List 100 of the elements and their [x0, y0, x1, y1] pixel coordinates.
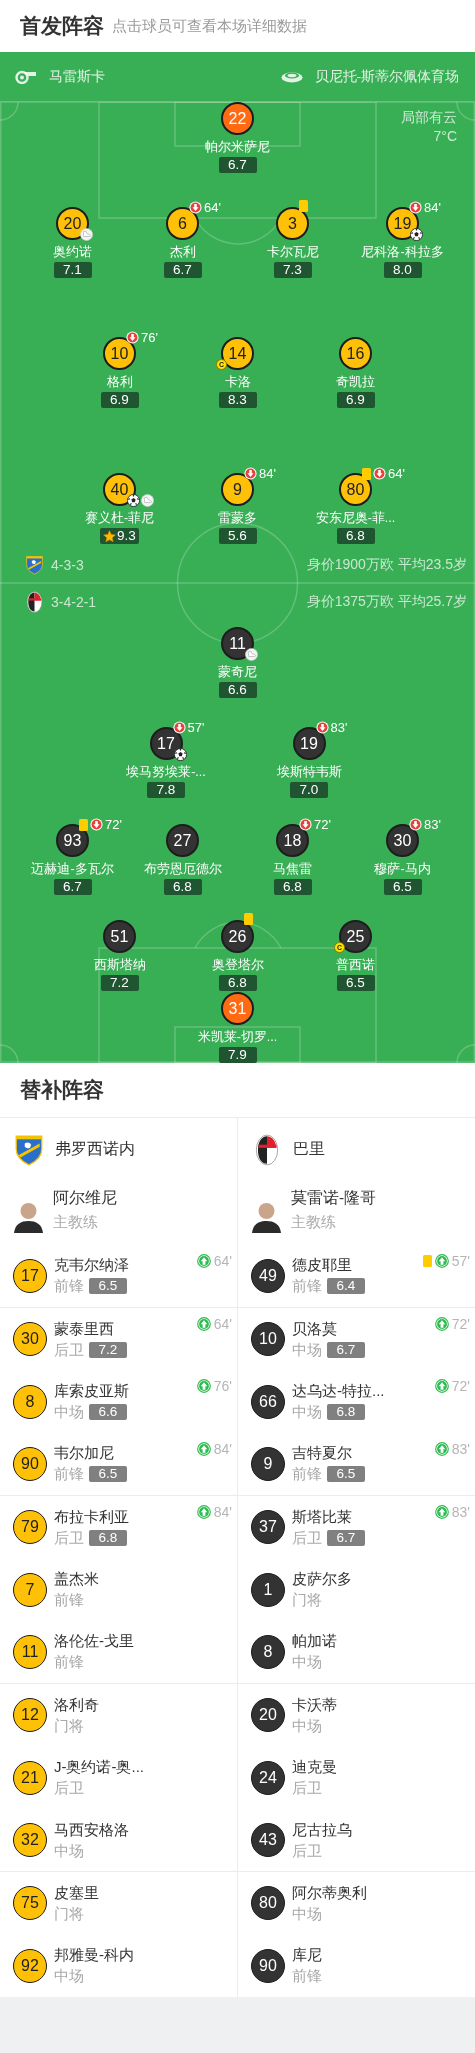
player-name[interactable]: 阿尔蒂奥利 — [292, 1881, 367, 1903]
player-rating: 6.7 — [218, 157, 257, 173]
player-name[interactable]: 皮萨尔多 — [292, 1568, 352, 1590]
player-name[interactable]: 洛伦佐-戈里 — [54, 1630, 134, 1652]
player-number[interactable]: 19 — [292, 727, 326, 760]
substitution-minute: 84' — [213, 1503, 232, 1520]
referee-name: 马雷斯卡 — [49, 67, 105, 86]
player-rating: 6.6 — [89, 1404, 127, 1421]
player-rating: 8.3 — [218, 392, 257, 408]
arrow-down-icon — [409, 201, 422, 214]
player-name[interactable]: 吉特夏尔 — [292, 1442, 365, 1464]
player-number[interactable]: 17 — [13, 1258, 47, 1293]
player-position: 中场 — [54, 1966, 84, 1987]
arrow-up-icon — [196, 1379, 211, 1394]
player-number[interactable]: 11 — [221, 627, 254, 660]
team-name: 弗罗西诺内 — [55, 1139, 135, 1159]
player-number[interactable]: 8 — [251, 1634, 285, 1669]
booking-card-icon — [422, 1255, 432, 1267]
player-number[interactable]: 24 — [251, 1760, 285, 1795]
player-number[interactable]: 6 — [166, 207, 199, 240]
player-number[interactable]: 49 — [251, 1258, 285, 1293]
substitution-minute: 83' — [424, 817, 441, 832]
player-position: 中场 — [292, 1339, 322, 1360]
substitution-minute: 72' — [451, 1315, 470, 1332]
player-number[interactable]: 20 — [251, 1698, 285, 1733]
arrow-up-icon — [434, 1379, 449, 1394]
player-number[interactable]: 79 — [13, 1510, 47, 1545]
coach-name[interactable]: 阿尔维尼 — [53, 1187, 117, 1209]
player-name[interactable]: 达乌达-特拉... — [292, 1380, 385, 1402]
weather-text: 局部有云 — [401, 108, 457, 127]
player-number[interactable]: 75 — [13, 1886, 47, 1921]
player-number[interactable]: 80 — [251, 1886, 285, 1921]
player-name[interactable]: 斯塔比莱 — [292, 1505, 365, 1527]
arrow-down-icon — [126, 331, 139, 344]
player-number[interactable]: 3 — [276, 207, 309, 240]
player-name[interactable]: J-奥约诺-奥... — [54, 1756, 144, 1778]
player-name[interactable]: 德皮耶里 — [292, 1254, 365, 1276]
player-number[interactable]: 92 — [13, 1948, 47, 1983]
player-number[interactable]: 9 — [251, 1446, 285, 1481]
player-number[interactable]: 12 — [13, 1698, 47, 1733]
substitution-minute: 83' — [330, 720, 348, 735]
player-name[interactable]: 库索皮亚斯 — [54, 1380, 129, 1402]
player-name[interactable]: 尼古拉乌 — [292, 1818, 352, 1840]
player-rating: 6.5 — [336, 975, 375, 991]
player-number[interactable]: 66 — [251, 1384, 285, 1419]
booking-card-icon — [79, 818, 88, 831]
player-number[interactable]: 26 — [221, 920, 254, 953]
player-name[interactable]: 布拉卡利亚 — [54, 1505, 129, 1527]
substitution-minute: 72' — [105, 817, 122, 832]
player-name[interactable]: 邦雅曼-科内 — [54, 1944, 134, 1966]
substitution-minute: 84' — [259, 466, 276, 481]
player-number[interactable]: 43 — [251, 1823, 285, 1858]
player-number[interactable]: 40 — [103, 473, 136, 506]
player-number[interactable]: 93 — [56, 824, 89, 857]
player-number[interactable]: 80 — [339, 473, 372, 506]
whistle-icon — [15, 69, 37, 84]
player-number[interactable]: 9 — [221, 473, 254, 506]
coach-name[interactable]: 莫雷诺-隆哥 — [291, 1187, 377, 1209]
player-number[interactable]: 1 — [251, 1572, 285, 1607]
substitution-minute: 57' — [187, 720, 205, 735]
player-name[interactable]: 皮塞里 — [54, 1881, 99, 1903]
player-number[interactable]: 32 — [13, 1823, 47, 1858]
formation-text: 4-3-3 — [51, 557, 84, 573]
player-number[interactable]: 30 — [386, 824, 419, 857]
player-number[interactable]: 51 — [103, 920, 136, 953]
player-name[interactable]: 帕加诺 — [292, 1630, 337, 1652]
player-name[interactable]: 克韦尔纳泽 — [54, 1254, 129, 1276]
player-number[interactable]: 90 — [13, 1446, 47, 1481]
player-number[interactable]: 27 — [166, 824, 199, 857]
player-number[interactable]: 10 — [251, 1322, 285, 1357]
player-name[interactable]: 贝洛莫 — [292, 1317, 365, 1339]
player-number[interactable]: 11 — [13, 1634, 47, 1669]
player-rating: 6.8 — [336, 528, 375, 544]
booking-card-icon — [299, 200, 308, 212]
team-value-text: 身价1375万欧 平均25.7岁 — [306, 593, 467, 611]
substitution-minute: 64' — [388, 466, 405, 481]
player-number[interactable]: 30 — [13, 1322, 47, 1357]
player-name[interactable]: 洛利奇 — [54, 1693, 99, 1715]
player-position: 后卫 — [292, 1527, 322, 1548]
player-number[interactable]: 10 — [103, 337, 136, 370]
player-number[interactable]: 20 — [56, 207, 89, 240]
player-position: 门将 — [54, 1903, 84, 1924]
arrow-down-icon — [299, 818, 312, 831]
player-name[interactable]: 马西安格洛 — [54, 1818, 129, 1840]
player-name[interactable]: 库尼 — [292, 1944, 322, 1966]
player-name[interactable]: 盖杰米 — [54, 1568, 99, 1590]
player-number[interactable]: 8 — [13, 1384, 47, 1419]
player-number[interactable]: 37 — [251, 1510, 285, 1545]
player-name[interactable]: 迪克曼 — [292, 1756, 337, 1778]
player-name[interactable]: 韦尔加尼 — [54, 1442, 127, 1464]
player-rating: 6.7 — [327, 1341, 365, 1358]
player-number[interactable]: 21 — [13, 1760, 47, 1795]
player-name[interactable]: 卡沃蒂 — [292, 1693, 337, 1715]
player-position: 前锋 — [292, 1276, 322, 1297]
player-number[interactable]: 18 — [276, 824, 309, 857]
player-name[interactable]: 蒙泰里西 — [54, 1317, 127, 1339]
player-number[interactable]: 90 — [251, 1948, 285, 1983]
player-number[interactable]: 16 — [339, 337, 372, 370]
coach-role: 主教练 — [53, 1212, 99, 1232]
player-number[interactable]: 7 — [13, 1572, 47, 1607]
